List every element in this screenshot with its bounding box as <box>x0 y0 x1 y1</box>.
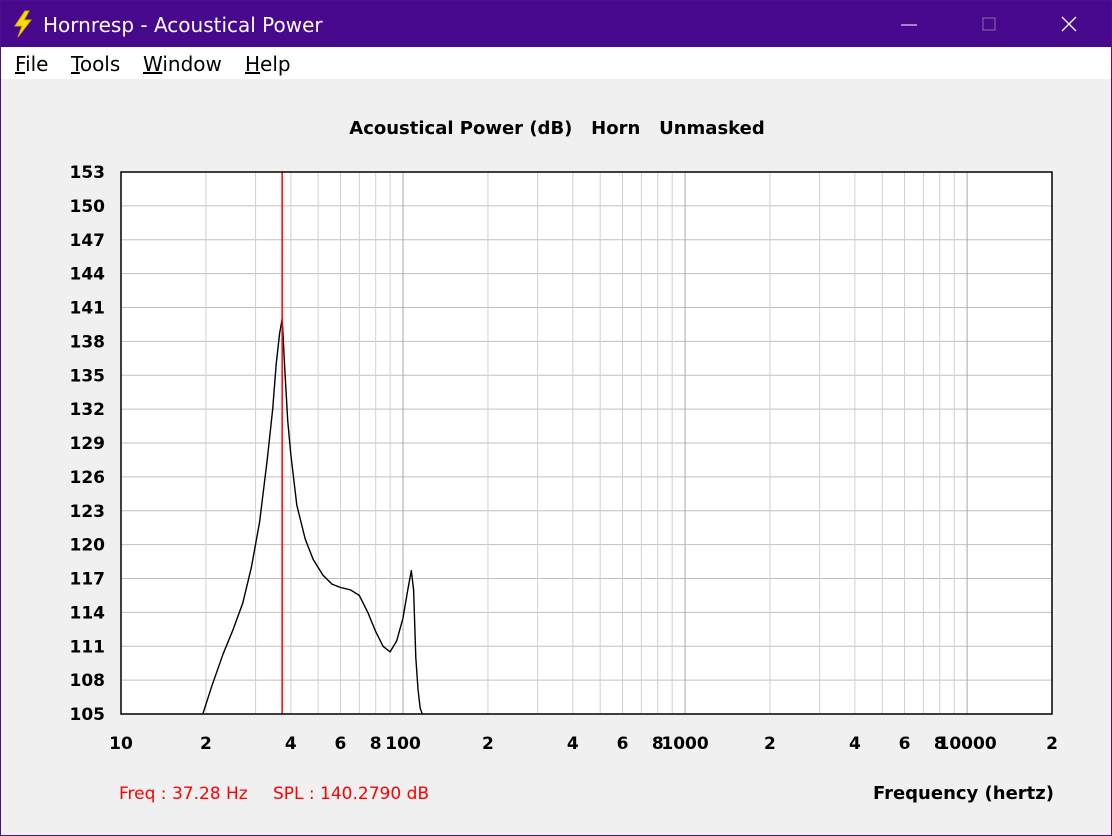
y-tick-label: 126 <box>70 468 106 488</box>
x-tick-label: 4 <box>567 734 579 754</box>
y-tick-label: 129 <box>70 434 106 454</box>
maximize-button[interactable] <box>949 1 1029 47</box>
x-tick-label: 6 <box>899 734 911 754</box>
menu-file[interactable]: File <box>15 52 48 76</box>
x-tick-label: 2 <box>200 734 212 754</box>
y-tick-label: 132 <box>70 400 106 420</box>
y-tick-label: 111 <box>70 637 106 657</box>
app-window: Hornresp - Acoustical Power File Tools W… <box>0 0 1112 836</box>
x-tick-label: 2 <box>482 734 494 754</box>
menu-help[interactable]: Help <box>245 52 291 76</box>
x-tick-label: 1000 <box>661 734 708 754</box>
y-tick-label: 120 <box>70 536 106 556</box>
chart-area[interactable]: Acoustical Power (dB) Horn Unmasked 105 1… <box>1 79 1111 835</box>
x-tick-label: 10000 <box>938 734 997 754</box>
acoustical-power-chart[interactable]: Acoustical Power (dB) Horn Unmasked 1051… <box>1 79 1111 835</box>
x-axis-ticks: 10 2 4 6 8 100 2 4 6 81000 2 4 6 810000 2 <box>109 734 1058 754</box>
x-tick-label: 4 <box>849 734 861 754</box>
menu-window[interactable]: Window <box>143 52 222 76</box>
close-button[interactable] <box>1029 1 1109 47</box>
lightning-bolt-icon <box>14 10 33 38</box>
minimize-button[interactable] <box>869 1 949 47</box>
x-tick-label: 10 <box>109 734 133 754</box>
title-bar[interactable]: Hornresp - Acoustical Power <box>1 1 1111 47</box>
y-tick-label: 117 <box>70 570 106 590</box>
x-tick-label: 6 <box>335 734 347 754</box>
x-tick-label: 8 <box>370 734 382 754</box>
y-tick-label: 108 <box>70 671 106 691</box>
y-tick-label: 138 <box>70 332 106 352</box>
minimize-icon <box>901 24 917 26</box>
y-tick-label: 135 <box>70 366 106 386</box>
maximize-icon <box>982 17 996 31</box>
y-tick-label: 141 <box>70 299 106 319</box>
y-tick-label: 144 <box>70 265 106 285</box>
x-axis-label: Frequency (hertz) <box>873 783 1054 804</box>
y-tick-label: 150 <box>70 197 106 217</box>
menu-bar: File Tools Window Help <box>1 47 1111 79</box>
y-tick-label: 147 <box>70 231 106 251</box>
window-title: Hornresp - Acoustical Power <box>43 13 323 37</box>
y-tick-label: 114 <box>70 603 106 623</box>
x-tick-label: 6 <box>617 734 629 754</box>
chart-title: Acoustical Power (dB) Horn Unmasked <box>349 118 764 139</box>
y-axis-ticks: 105 108 111 114 117 120 123 126 129 132 135 138 141 1… <box>70 163 106 725</box>
y-tick-label: 123 <box>70 502 106 522</box>
x-tick-label: 2 <box>764 734 776 754</box>
close-icon <box>1061 16 1077 32</box>
y-tick-label: 105 <box>70 705 106 725</box>
x-tick-label: 4 <box>285 734 297 754</box>
menu-tools[interactable]: Tools <box>71 52 120 76</box>
y-tick-label: 153 <box>70 163 106 183</box>
chart-grid <box>120 171 1053 715</box>
x-tick-label: 2 <box>1046 734 1058 754</box>
spl-readout: SPL : 140.2790 dB <box>273 784 429 804</box>
freq-readout: Freq : 37.28 Hz <box>119 784 248 804</box>
x-tick-label: 100 <box>385 734 421 754</box>
